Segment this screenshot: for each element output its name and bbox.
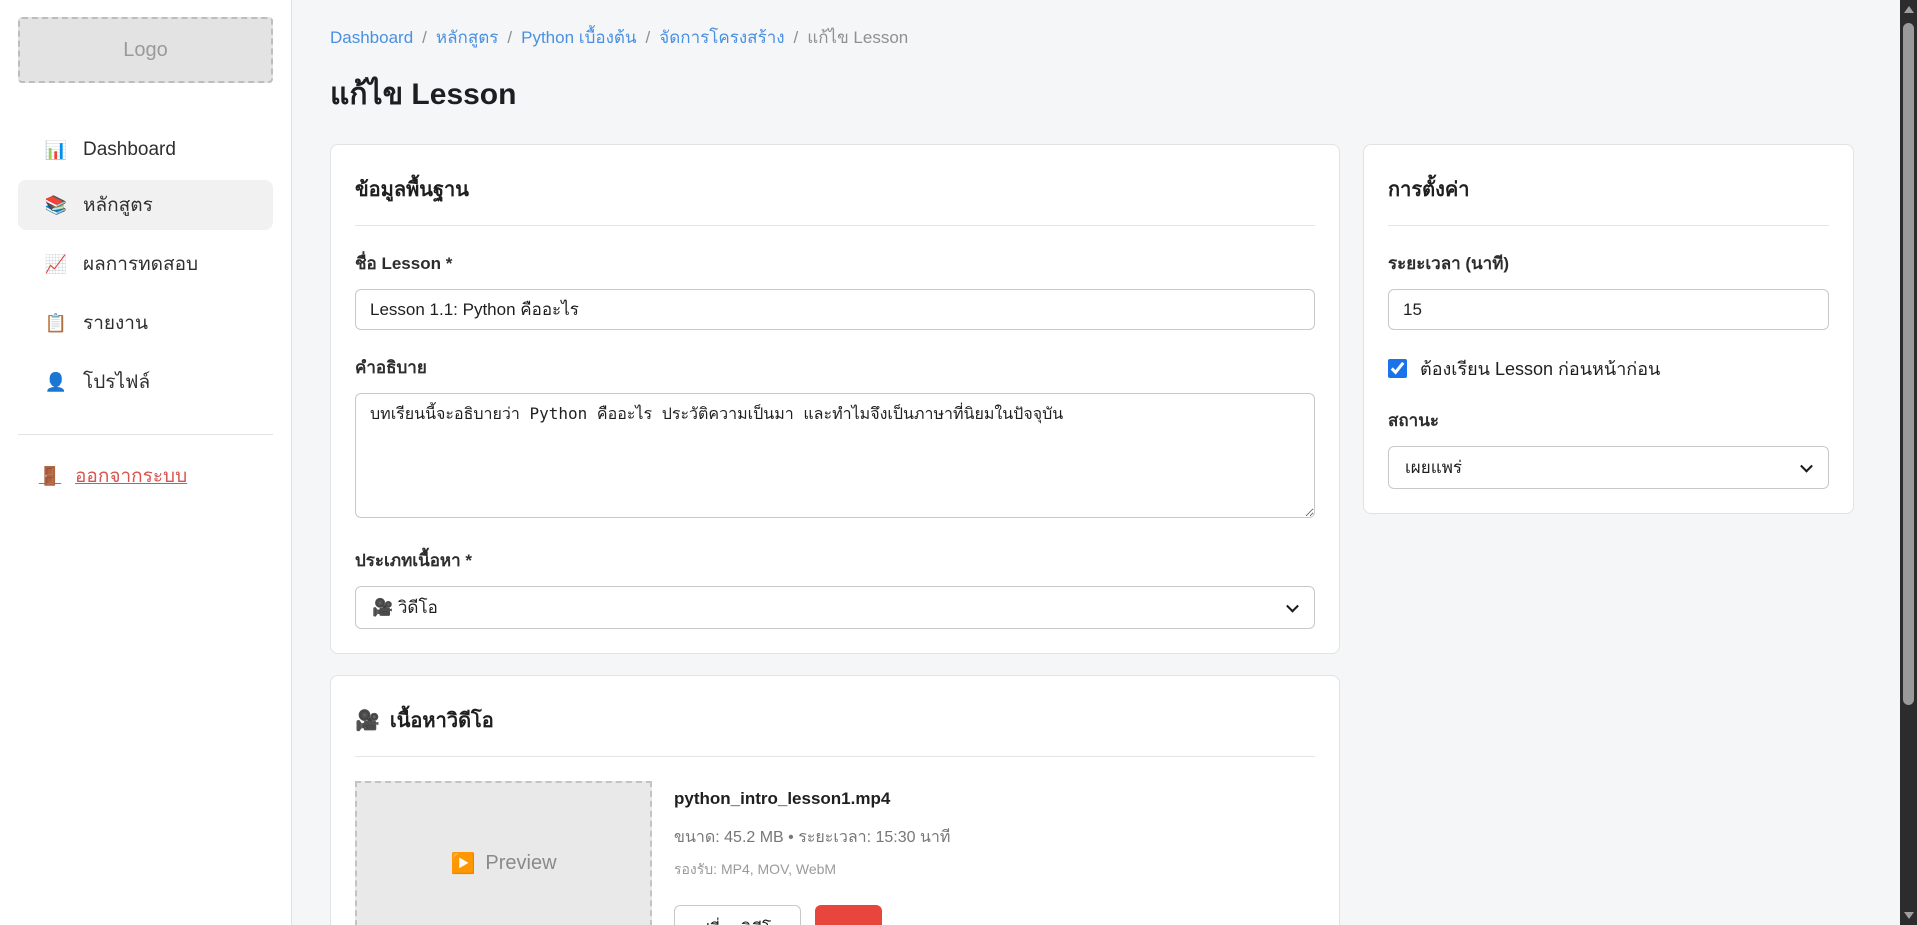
sidebar-item-dashboard[interactable]: 📊 Dashboard: [18, 129, 273, 171]
main-column: ข้อมูลพื้นฐาน ชื่อ Lesson * คำอธิบาย บทเ…: [330, 144, 1340, 925]
door-icon: 🚪: [38, 466, 62, 487]
chevron-down-icon: [1286, 599, 1299, 612]
status-select[interactable]: เผยแพร่: [1388, 446, 1829, 489]
movie-camera-icon: 🎥: [355, 708, 380, 733]
breadcrumb-separator: /: [646, 28, 651, 48]
breadcrumb-separator: /: [507, 28, 512, 48]
sidebar-item-label: ผลการทดสอบ: [83, 249, 198, 279]
lesson-name-input[interactable]: [355, 289, 1315, 330]
play-button-icon: ▶️: [450, 851, 475, 876]
duration-input[interactable]: [1388, 289, 1829, 330]
sidebar-item-profile[interactable]: 👤 โปรไฟล์: [18, 357, 273, 407]
basic-info-header: ข้อมูลพื้นฐาน: [355, 167, 1315, 226]
breadcrumb-course-python[interactable]: Python เบื้องต้น: [521, 24, 636, 51]
breadcrumb: Dashboard / หลักสูตร / Python เบื้องต้น …: [330, 24, 1854, 51]
breadcrumb-structure[interactable]: จัดการโครงสร้าง: [659, 24, 784, 51]
sidebar-divider: [18, 434, 273, 435]
basic-info-card: ข้อมูลพื้นฐาน ชื่อ Lesson * คำอธิบาย บทเ…: [330, 144, 1340, 654]
prerequisite-label: ต้องเรียน Lesson ก่อนหน้าก่อน: [1420, 354, 1660, 383]
prerequisite-checkbox[interactable]: [1388, 359, 1407, 378]
side-column: การตั้งค่า ระยะเวลา (นาที) ต้องเรียน Les…: [1363, 144, 1854, 514]
lesson-name-label: ชื่อ Lesson *: [355, 250, 1315, 277]
arrow-up-icon: [1904, 6, 1914, 13]
logo: Logo: [18, 17, 273, 83]
app-window: Logo 📊 Dashboard 📚 หลักสูตร 📈 ผลการทดสอบ…: [0, 0, 1917, 925]
content-type-label: ประเภทเนื้อหา *: [355, 547, 1315, 574]
basic-info-header-text: ข้อมูลพื้นฐาน: [355, 173, 469, 205]
chart-increasing-icon: 📈: [44, 254, 68, 275]
sidebar-item-label: รายงาน: [83, 308, 148, 338]
delete-video-button[interactable]: ลบ: [815, 905, 882, 925]
video-file-info: python_intro_lesson1.mp4 ขนาด: 45.2 MB •…: [674, 781, 950, 925]
sidebar-item-test-results[interactable]: 📈 ผลการทดสอบ: [18, 239, 273, 289]
logout-link[interactable]: 🚪 ออกจากระบบ: [18, 461, 273, 491]
breadcrumb-separator: /: [422, 28, 427, 48]
content-type-select[interactable]: 🎥 วิดีโอ: [355, 586, 1315, 629]
description-field-group: คำอธิบาย บทเรียนนี้จะอธิบายว่า Python คื…: [355, 354, 1315, 523]
video-buttons: เปลี่ยนวิดีโอ ลบ: [674, 905, 950, 925]
vertical-scrollbar[interactable]: [1900, 0, 1917, 925]
sidebar-nav: 📊 Dashboard 📚 หลักสูตร 📈 ผลการทดสอบ 📋 รา…: [18, 129, 273, 407]
breadcrumb-dashboard[interactable]: Dashboard: [330, 28, 413, 48]
video-content-header-text: เนื้อหาวิดีโอ: [390, 704, 494, 736]
chevron-down-icon: [1800, 459, 1813, 472]
bar-chart-icon: 📊: [44, 140, 68, 161]
scroll-up-button[interactable]: [1900, 1, 1917, 18]
sidebar-item-label: หลักสูตร: [83, 190, 153, 220]
status-label: สถานะ: [1388, 407, 1829, 434]
description-label: คำอธิบาย: [355, 354, 1315, 381]
sidebar-item-courses[interactable]: 📚 หลักสูตร: [18, 180, 273, 230]
change-video-button[interactable]: เปลี่ยนวิดีโอ: [674, 905, 801, 925]
status-field-group: สถานะ เผยแพร่: [1388, 407, 1829, 489]
video-filename: python_intro_lesson1.mp4: [674, 789, 950, 809]
clipboard-icon: 📋: [44, 313, 68, 334]
settings-header-text: การตั้งค่า: [1388, 173, 1469, 205]
settings-card: การตั้งค่า ระยะเวลา (นาที) ต้องเรียน Les…: [1363, 144, 1854, 514]
arrow-down-icon: [1904, 912, 1914, 919]
video-meta: ขนาด: 45.2 MB • ระยะเวลา: 15:30 นาที: [674, 825, 950, 850]
video-content-card: 🎥 เนื้อหาวิดีโอ ▶️ Preview python_intro_…: [330, 675, 1340, 925]
duration-label: ระยะเวลา (นาที): [1388, 250, 1829, 277]
prerequisite-row: ต้องเรียน Lesson ก่อนหน้าก่อน: [1388, 354, 1829, 383]
video-supported-formats: รองรับ: MP4, MOV, WebM: [674, 859, 950, 881]
content-type-field-group: ประเภทเนื้อหา * 🎥 วิดีโอ: [355, 547, 1315, 629]
logout-label: ออกจากระบบ: [75, 461, 187, 491]
video-preview-label: Preview: [485, 852, 556, 875]
scrollbar-thumb[interactable]: [1903, 23, 1914, 705]
person-icon: 👤: [44, 372, 68, 393]
content-columns: ข้อมูลพื้นฐาน ชื่อ Lesson * คำอธิบาย บทเ…: [330, 144, 1854, 925]
breadcrumb-separator: /: [794, 28, 799, 48]
sidebar-item-label: โปรไฟล์: [83, 367, 150, 397]
video-preview[interactable]: ▶️ Preview: [355, 781, 652, 925]
status-value: เผยแพร่: [1405, 454, 1462, 481]
scroll-down-button[interactable]: [1900, 907, 1917, 924]
settings-header: การตั้งค่า: [1388, 167, 1829, 226]
video-row: ▶️ Preview python_intro_lesson1.mp4 ขนาด…: [355, 781, 1315, 925]
books-icon: 📚: [44, 195, 68, 216]
duration-field-group: ระยะเวลา (นาที): [1388, 250, 1829, 330]
sidebar-item-label: Dashboard: [83, 139, 176, 161]
sidebar-item-reports[interactable]: 📋 รายงาน: [18, 298, 273, 348]
main-content: Dashboard / หลักสูตร / Python เบื้องต้น …: [292, 0, 1917, 925]
sidebar: Logo 📊 Dashboard 📚 หลักสูตร 📈 ผลการทดสอบ…: [0, 0, 292, 925]
lesson-name-field-group: ชื่อ Lesson *: [355, 250, 1315, 330]
logo-text: Logo: [123, 39, 168, 62]
description-textarea[interactable]: บทเรียนนี้จะอธิบายว่า Python คืออะไร ประ…: [355, 393, 1315, 518]
video-content-header: 🎥 เนื้อหาวิดีโอ: [355, 698, 1315, 757]
breadcrumb-current: แก้ไข Lesson: [807, 24, 908, 51]
page-title: แก้ไข Lesson: [330, 71, 1854, 118]
breadcrumb-courses[interactable]: หลักสูตร: [436, 24, 498, 51]
content-type-value: 🎥 วิดีโอ: [372, 594, 438, 621]
